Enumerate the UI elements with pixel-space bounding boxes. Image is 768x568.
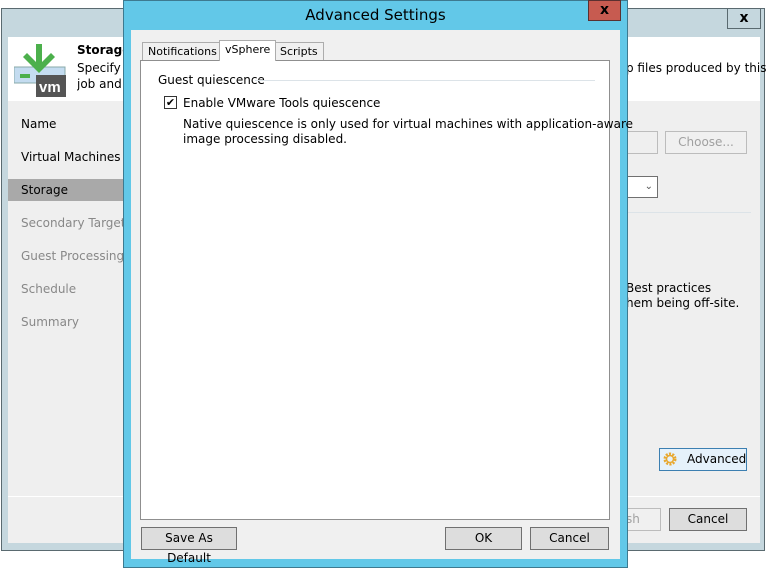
group-divider [255, 80, 595, 81]
description-line: Specify p [77, 61, 127, 75]
advanced-label: Advanced [687, 452, 747, 466]
nav-item-schedule[interactable]: Schedule [21, 282, 76, 296]
wizard-step-description: Specify p job and c [77, 60, 127, 92]
note-line: image processing disabled. [183, 132, 347, 146]
note-line: hem being off-site. [626, 296, 740, 310]
cancel-button[interactable]: Cancel [530, 527, 609, 550]
dropdown-chevron-icon[interactable]: ⌄ [626, 176, 658, 198]
save-as-default-button[interactable]: Save As Default [141, 527, 237, 565]
choose-button[interactable]: Choose... [665, 131, 747, 154]
finish-button[interactable]: sh [626, 508, 661, 531]
path-field[interactable] [626, 131, 658, 154]
gear-icon [663, 452, 677, 466]
wizard-step-description-right: p files produced by this [626, 61, 767, 75]
nav-item-name[interactable]: Name [21, 117, 56, 131]
vmware-tools-quiescence-checkbox[interactable]: ✔ [164, 96, 177, 109]
nav-item-secondary-target[interactable]: Secondary Target [21, 216, 126, 230]
checkbox-label[interactable]: Enable VMware Tools quiescence [183, 96, 380, 110]
tab-vsphere[interactable]: vSphere [219, 40, 277, 61]
storage-vm-icon: vm [14, 44, 66, 97]
ok-button[interactable]: OK [445, 527, 522, 550]
note-line: Best practices [626, 281, 712, 295]
group-label: Guest quiescence [158, 73, 265, 87]
note-line: Native quiescence is only used for virtu… [183, 117, 634, 131]
description-line: job and c [77, 77, 127, 91]
svg-text:vm: vm [39, 79, 61, 96]
tab-notifications[interactable]: Notifications [142, 42, 223, 61]
dialog-close-button[interactable]: x [588, 0, 621, 21]
nav-item-guest-processing[interactable]: Guest Processing [21, 249, 124, 263]
nav-item-virtual-machines[interactable]: Virtual Machines [21, 150, 121, 164]
wizard-cancel-button[interactable]: Cancel [669, 508, 747, 531]
nav-item-summary[interactable]: Summary [21, 315, 79, 329]
dialog-title: Advanced Settings [305, 6, 446, 24]
divider [626, 212, 751, 213]
tab-scripts[interactable]: Scripts [274, 42, 324, 61]
nav-item-storage[interactable]: Storage [21, 183, 68, 197]
wizard-close-button[interactable]: x [727, 8, 761, 29]
